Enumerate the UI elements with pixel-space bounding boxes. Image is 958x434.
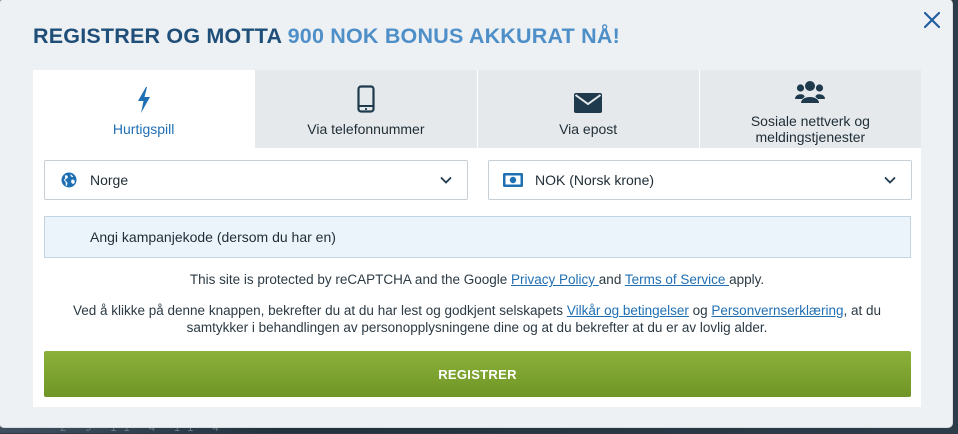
consent-notice: Ved å klikke på denne knappen, bekrefter…: [53, 302, 901, 336]
globe-icon: [60, 171, 78, 189]
tab-label: Via epost: [559, 121, 618, 137]
tab-via-telefonnummer[interactable]: Via telefonnummer: [254, 70, 477, 148]
recaptcha-notice: This site is protected by reCAPTCHA and …: [33, 272, 921, 287]
registration-modal: REGISTRER OG MOTTA 900 NOK BONUS AKKURAT…: [0, 0, 952, 427]
phone-icon: [357, 83, 375, 113]
envelope-icon: [574, 83, 603, 113]
currency-select[interactable]: NOK (Norsk krone): [488, 160, 912, 200]
modal-title: REGISTRER OG MOTTA 900 NOK BONUS AKKURAT…: [33, 24, 620, 49]
tab-label: Sosiale nettverk og meldingstjenester: [750, 113, 870, 145]
title-bonus-highlight: 900 NOK BONUS AKKURAT NÅ!: [287, 24, 620, 48]
registration-panel: Hurtigspill Via telefonnummer Via epost …: [33, 70, 921, 407]
currency-select-value: NOK (Norsk krone): [535, 172, 655, 188]
privacy-statement-link[interactable]: Personvernserklæring: [711, 303, 843, 318]
chevron-down-icon: [440, 176, 452, 184]
country-select[interactable]: Norge: [44, 160, 468, 200]
tab-via-epost[interactable]: Via epost: [476, 70, 699, 148]
close-icon: [923, 11, 941, 29]
tab-sosiale-nettverk[interactable]: Sosiale nettverk og meldingstjenester: [698, 70, 921, 148]
promo-code-field[interactable]: Angi kampanjekode (dersom du har en): [44, 216, 911, 258]
recaptcha-apply: apply.: [729, 272, 765, 287]
close-button[interactable]: [920, 8, 944, 32]
consent-text: Ved å klikke på denne knappen, bekrefter…: [72, 303, 567, 318]
terms-of-service-link[interactable]: Terms of Service: [625, 272, 729, 287]
tab-label: Via telefonnummer: [307, 121, 425, 137]
tab-hurtigspill[interactable]: Hurtigspill: [33, 70, 255, 148]
terms-and-conditions-link[interactable]: Vilkår og betingelser: [567, 303, 689, 318]
banknote-icon: [503, 171, 523, 189]
users-icon: [795, 75, 826, 105]
registration-method-tabs: Hurtigspill Via telefonnummer Via epost …: [33, 70, 921, 148]
promo-code-label: Angi kampanjekode (dersom du har en): [90, 229, 336, 245]
lightning-icon: [136, 83, 152, 113]
recaptcha-and: and: [598, 272, 625, 287]
register-button[interactable]: REGISTRER: [44, 351, 911, 397]
recaptcha-text: This site is protected by reCAPTCHA and …: [189, 272, 512, 287]
country-select-value: Norge: [90, 172, 129, 188]
privacy-policy-link[interactable]: Privacy Policy: [511, 272, 599, 287]
chevron-down-icon: [884, 176, 896, 184]
consent-and: og: [688, 303, 712, 318]
tab-label: Hurtigspill: [112, 121, 175, 137]
title-prefix: REGISTRER OG MOTTA: [33, 24, 288, 48]
